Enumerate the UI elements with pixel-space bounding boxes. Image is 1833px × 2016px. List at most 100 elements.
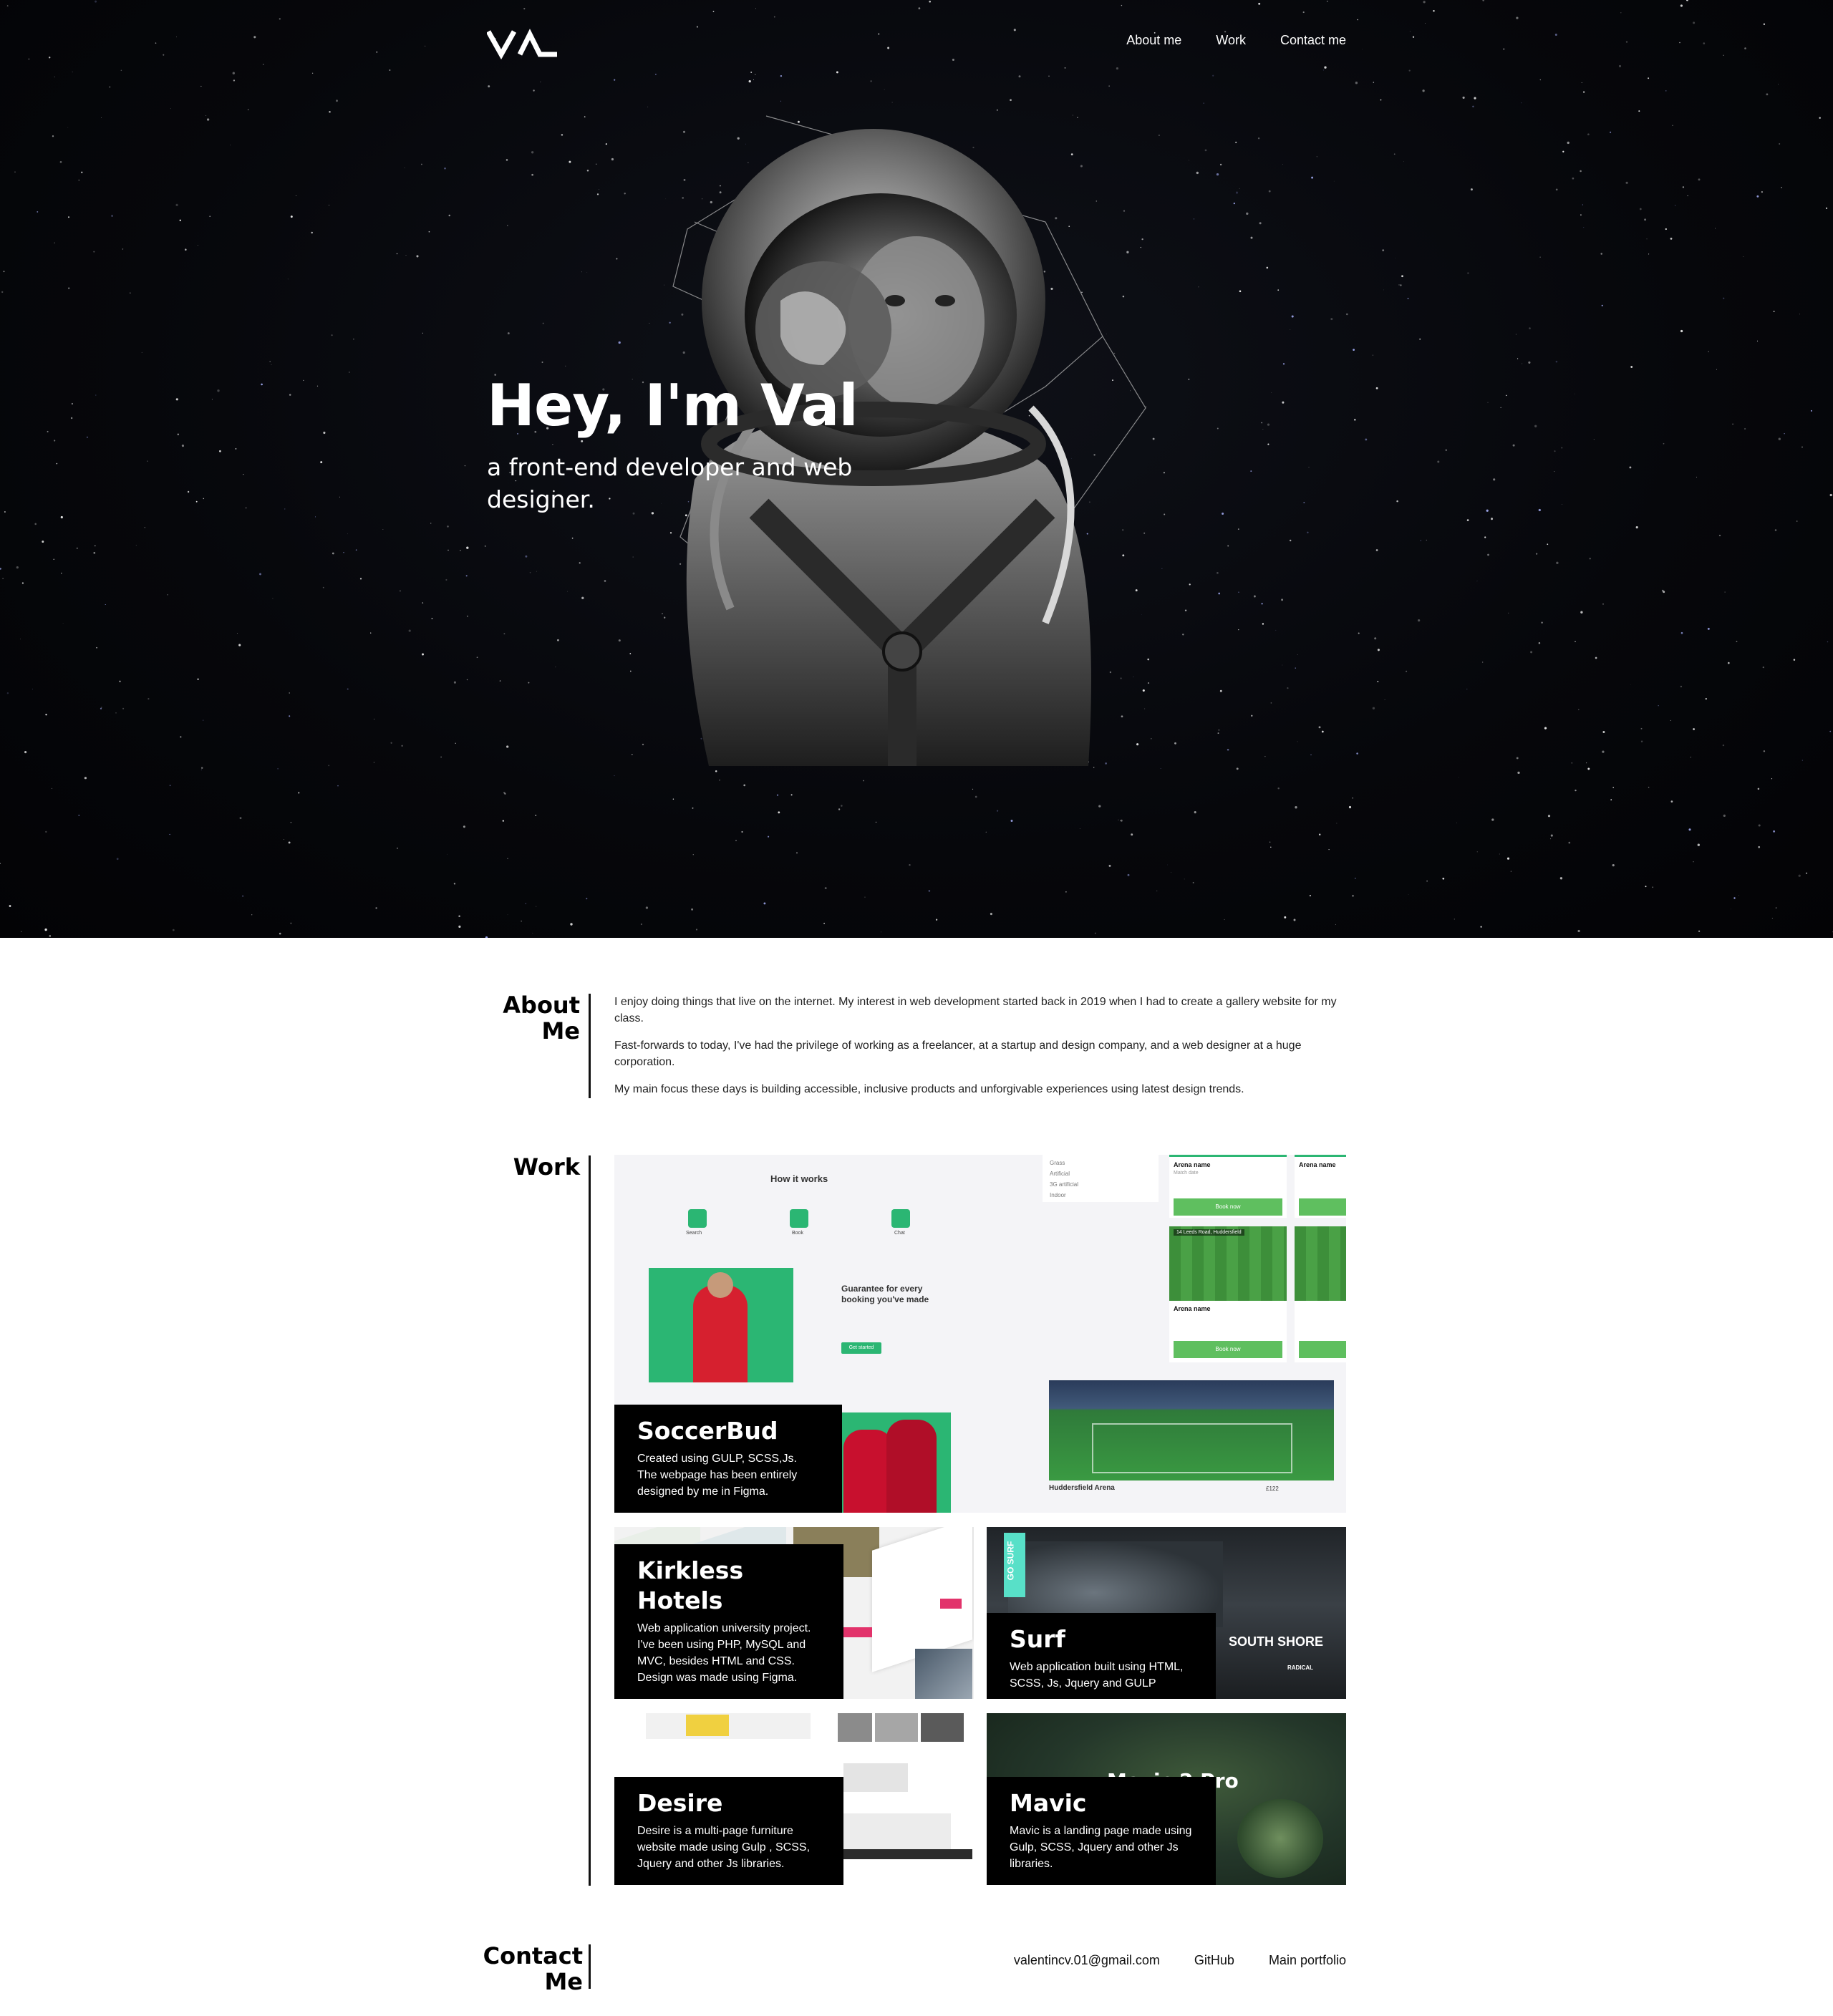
- star: [790, 794, 793, 796]
- project-card-mavic[interactable]: Mavic 2 Pro Mavic Mavic is a landing pag…: [987, 1713, 1346, 1885]
- star: [596, 193, 599, 195]
- star: [1715, 228, 1716, 229]
- surf-subheadline: RADICAL: [1287, 1664, 1313, 1671]
- star: [120, 69, 122, 72]
- star: [863, 780, 864, 782]
- star: [1218, 730, 1220, 731]
- val-logo[interactable]: [487, 29, 558, 60]
- star: [488, 85, 490, 88]
- star: [1771, 778, 1773, 780]
- star: [1829, 730, 1832, 732]
- about-heading: About Me: [458, 992, 580, 1044]
- star: [1227, 748, 1229, 751]
- star: [695, 929, 698, 931]
- main-portfolio-link[interactable]: Main portfolio: [1269, 1953, 1346, 1968]
- star: [624, 193, 626, 195]
- star: [586, 272, 588, 273]
- star: [1277, 787, 1280, 790]
- star: [52, 135, 54, 137]
- star: [200, 85, 202, 87]
- nav-link-contact[interactable]: Contact me: [1280, 33, 1346, 48]
- star: [195, 500, 198, 503]
- star: [109, 86, 111, 88]
- star: [6, 5, 9, 6]
- star: [1010, 820, 1013, 822]
- star: [44, 928, 47, 931]
- star: [290, 215, 293, 218]
- star: [0, 568, 1, 570]
- star: [382, 529, 384, 530]
- star: [570, 923, 573, 926]
- star: [838, 808, 841, 810]
- project-description: Desire is a multi-page furniture website…: [637, 1825, 811, 1870]
- email-link[interactable]: valentincv.01@gmail.com: [1014, 1953, 1160, 1968]
- star: [528, 682, 530, 684]
- star: [45, 714, 47, 716]
- github-link[interactable]: GitHub: [1194, 1953, 1234, 1968]
- star: [56, 462, 58, 465]
- star: [569, 160, 571, 163]
- star: [135, 545, 137, 546]
- star: [1212, 74, 1214, 77]
- star: [1356, 752, 1358, 755]
- star: [1602, 731, 1605, 733]
- star: [1480, 926, 1482, 928]
- star: [1538, 641, 1541, 644]
- nav-link-about[interactable]: About me: [1126, 33, 1181, 48]
- star: [776, 794, 779, 796]
- star: [93, 551, 96, 554]
- star: [1539, 79, 1542, 81]
- star: [1744, 47, 1746, 49]
- star: [735, 840, 737, 842]
- star: [253, 36, 256, 39]
- project-card-surf[interactable]: GO SURF SOUTH SHORE RADICAL Surf Web app…: [987, 1527, 1346, 1699]
- star: [1235, 191, 1239, 194]
- star: [484, 546, 486, 547]
- star: [1635, 526, 1638, 529]
- star: [1561, 447, 1563, 449]
- star: [1582, 204, 1583, 205]
- star: [1377, 649, 1380, 651]
- project-card-kirkless-hotels[interactable]: Kirkless Hotels Web application universi…: [614, 1527, 974, 1699]
- star: [200, 767, 203, 769]
- star: [1409, 31, 1411, 32]
- star: [1167, 864, 1168, 866]
- star: [122, 707, 125, 709]
- star: [1018, 75, 1021, 78]
- star: [884, 89, 885, 90]
- star: [1470, 188, 1473, 191]
- star: [1217, 427, 1219, 430]
- star: [1271, 392, 1272, 393]
- star: [523, 8, 526, 10]
- star: [1763, 23, 1766, 25]
- filter-item: Artificial: [1050, 1171, 1070, 1177]
- star: [1433, 10, 1435, 12]
- star: [1743, 427, 1746, 430]
- project-caption: Kirkless Hotels Web application universi…: [614, 1544, 843, 1699]
- star: [315, 516, 316, 518]
- nav-link-work[interactable]: Work: [1216, 33, 1246, 48]
- star: [1307, 531, 1309, 534]
- star: [1733, 897, 1736, 899]
- star: [909, 864, 911, 866]
- star: [422, 332, 423, 334]
- star: [604, 580, 606, 582]
- star: [1493, 478, 1496, 481]
- star: [9, 905, 11, 907]
- contact-links: valentincv.01@gmail.com GitHub Main port…: [1014, 1953, 1346, 1968]
- step-search-label: Search: [686, 1231, 702, 1236]
- project-card-soccerbud[interactable]: How it works Search Book Chat Guarantee …: [614, 1155, 1346, 1513]
- star: [1568, 841, 1571, 844]
- star: [611, 158, 614, 161]
- star: [1164, 513, 1166, 515]
- star: [1233, 203, 1235, 205]
- star: [1268, 190, 1271, 193]
- star: [175, 398, 178, 401]
- star: [1408, 894, 1409, 895]
- star: [476, 656, 478, 659]
- star: [1625, 41, 1628, 43]
- star: [1517, 358, 1519, 359]
- project-card-desire[interactable]: Desire Desire is a multi-page furniture …: [614, 1713, 974, 1885]
- star: [1352, 894, 1354, 897]
- star: [1640, 740, 1643, 742]
